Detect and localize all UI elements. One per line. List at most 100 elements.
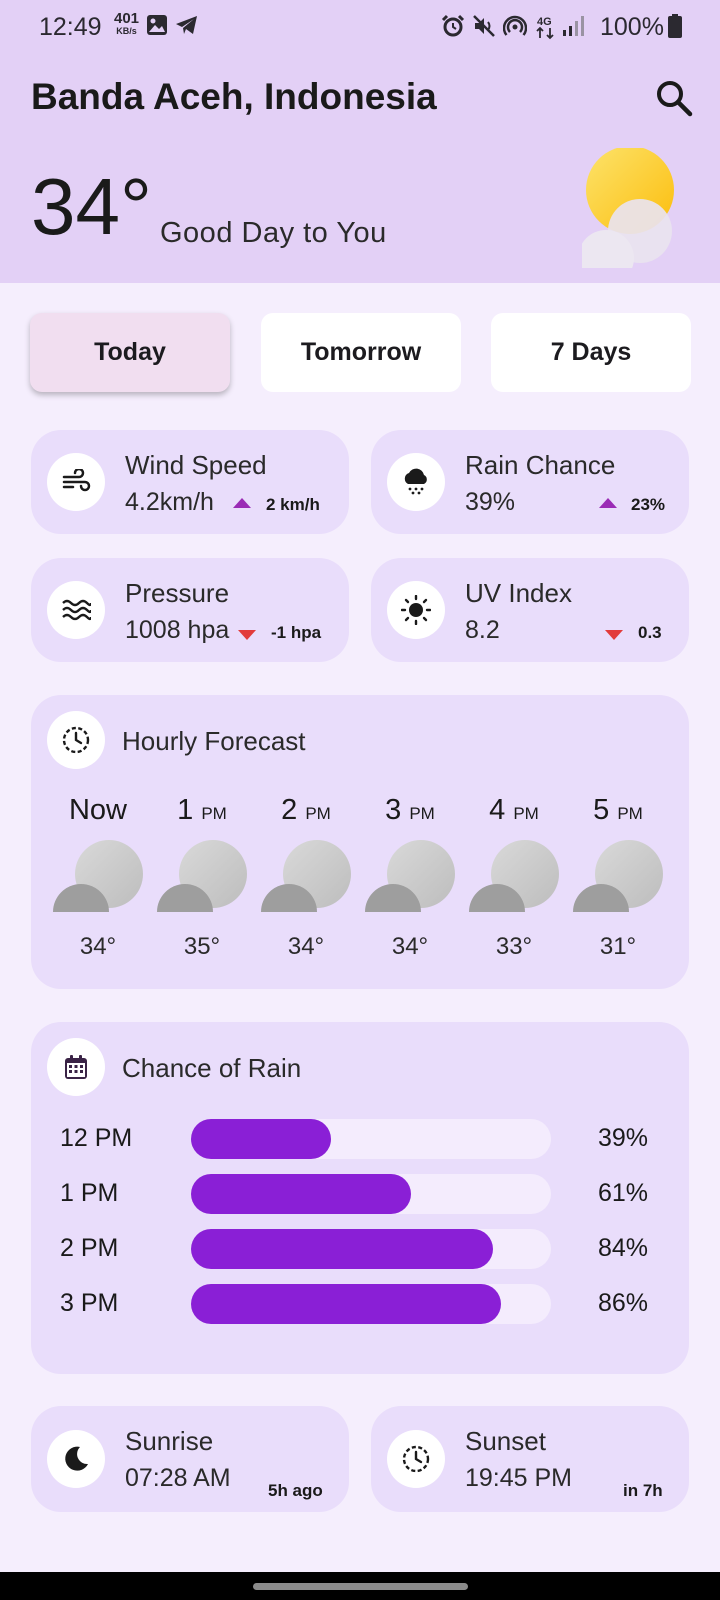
hour-label: Now (48, 794, 148, 827)
calendar-icon (65, 1055, 87, 1079)
hour-label: 1 PM (152, 794, 252, 827)
wind-speed-card: Wind Speed 4.2km/h 2 km/h (31, 430, 349, 534)
hotspot-icon (503, 15, 527, 36)
rain-row-time: 12 PM (60, 1124, 133, 1152)
hour-value: 2 (281, 794, 298, 826)
current-temperature: 34° (31, 162, 152, 251)
waves-icon (62, 599, 91, 621)
uv-index-card: UV Index 8.2 0.3 (371, 558, 689, 662)
sunset-relative: in 7h (623, 1481, 663, 1500)
network-speed-value: 401 (114, 10, 140, 27)
wind-speed-change: 2 km/h (266, 495, 320, 514)
telegram-icon (176, 16, 197, 34)
rain-row-time: 1 PM (60, 1179, 119, 1207)
rain-row-percent: 84% (598, 1234, 649, 1262)
hour-temp: 35° (183, 933, 221, 960)
tab-today[interactable]: Today (30, 313, 230, 392)
hour-temp: 34° (79, 933, 117, 960)
pressure-value: 1008 hpa (125, 616, 230, 644)
uv-index-title: UV Index (465, 578, 572, 608)
city-name: Banda Aceh, Indonesia (31, 76, 437, 117)
sunset-card: Sunset 19:45 PM in 7h (371, 1406, 689, 1512)
hour-ampm: PM (409, 804, 435, 823)
hour-temp: 31° (599, 933, 637, 960)
rain-chance-change: 23% (631, 495, 666, 514)
hour-value: 3 (385, 794, 402, 826)
moon-icon (65, 1446, 88, 1471)
cloud-icon (157, 840, 247, 912)
pressure-title: Pressure (125, 578, 230, 608)
image-icon (147, 15, 167, 35)
network-speed-unit: KB/s (116, 26, 137, 36)
rain-row-percent: 61% (598, 1179, 649, 1207)
tab-7-days-label: 7 Days (550, 338, 632, 366)
hour-value: 4 (489, 794, 506, 826)
4g-icon: 4G (536, 16, 554, 40)
wind-icon-circle (47, 453, 105, 511)
clock-icon (402, 1445, 430, 1473)
svg-text:4G: 4G (537, 16, 552, 28)
rain-icon-circle (387, 453, 445, 511)
wind-speed-value: 4.2km/h (125, 488, 214, 516)
pressure-icon-circle (47, 581, 105, 639)
hour-value: Now (68, 794, 127, 826)
cloud-icon (469, 840, 559, 912)
sun-icon (401, 595, 431, 625)
rain-bar-fill (191, 1229, 494, 1269)
network-speed: 401 KB/s (114, 10, 140, 36)
hour-ampm: PM (201, 804, 227, 823)
clock-icon-circle (47, 711, 105, 769)
rain-chance-value: 39% (465, 488, 516, 516)
alarm-icon (441, 14, 465, 37)
rain-cloud-icon (404, 468, 427, 495)
battery-icon (668, 14, 682, 38)
sunrise-time: 07:28 AM (125, 1464, 231, 1492)
wind-speed-title: Wind Speed (125, 450, 267, 480)
rain-row-percent: 86% (598, 1289, 649, 1317)
sunrise-card: Sunrise 07:28 AM 5h ago (31, 1406, 349, 1512)
hour-temp: 34° (391, 933, 429, 960)
moon-icon-circle (47, 1430, 105, 1488)
calendar-icon-circle (47, 1038, 105, 1096)
mute-icon (473, 15, 495, 37)
cloud-icon (573, 840, 663, 912)
search-icon[interactable] (654, 78, 694, 118)
sunrise-title: Sunrise (125, 1426, 214, 1456)
signal-icon (563, 16, 584, 36)
greeting-text: Good Day to You (160, 217, 387, 249)
pressure-card: Pressure 1008 hpa -1 hpa (31, 558, 349, 662)
sunset-title: Sunset (465, 1426, 546, 1456)
sunset-icon-circle (387, 1430, 445, 1488)
chance-of-rain-title: Chance of Rain (122, 1053, 302, 1083)
hour-ampm: PM (617, 804, 643, 823)
hour-ampm: PM (513, 804, 539, 823)
rain-chance-title: Rain Chance (465, 450, 616, 480)
wind-icon (62, 469, 91, 492)
home-gesture-handle[interactable] (253, 1583, 468, 1590)
sun-cloud-icon (582, 148, 674, 268)
hour-label: 2 PM (256, 794, 356, 827)
tab-7-days[interactable]: 7 Days (491, 313, 691, 392)
uv-index-change: 0.3 (638, 623, 662, 642)
sunrise-relative: 5h ago (268, 1481, 323, 1500)
rain-bar-fill (191, 1174, 411, 1214)
rain-bar-fill (191, 1284, 501, 1324)
cloud-icon (53, 840, 143, 912)
hour-value: 5 (593, 794, 610, 826)
rain-bar-track (191, 1119, 551, 1159)
hour-label: 4 PM (464, 794, 564, 827)
cloud-icon (365, 840, 455, 912)
pressure-change: -1 hpa (271, 623, 322, 642)
hour-label: 3 PM (360, 794, 460, 827)
hourly-forecast-title: Hourly Forecast (122, 726, 306, 756)
tab-tomorrow-label: Tomorrow (300, 338, 422, 366)
hour-temp: 34° (287, 933, 325, 960)
cloud-icon (261, 840, 351, 912)
clock-icon (62, 726, 90, 754)
battery-percent: 100% (600, 13, 664, 41)
status-time: 12:49 (39, 13, 102, 41)
rain-row-time: 3 PM (60, 1289, 119, 1317)
tab-today-label: Today (94, 338, 166, 366)
tab-tomorrow[interactable]: Tomorrow (261, 313, 461, 392)
hour-value: 1 (177, 794, 194, 826)
